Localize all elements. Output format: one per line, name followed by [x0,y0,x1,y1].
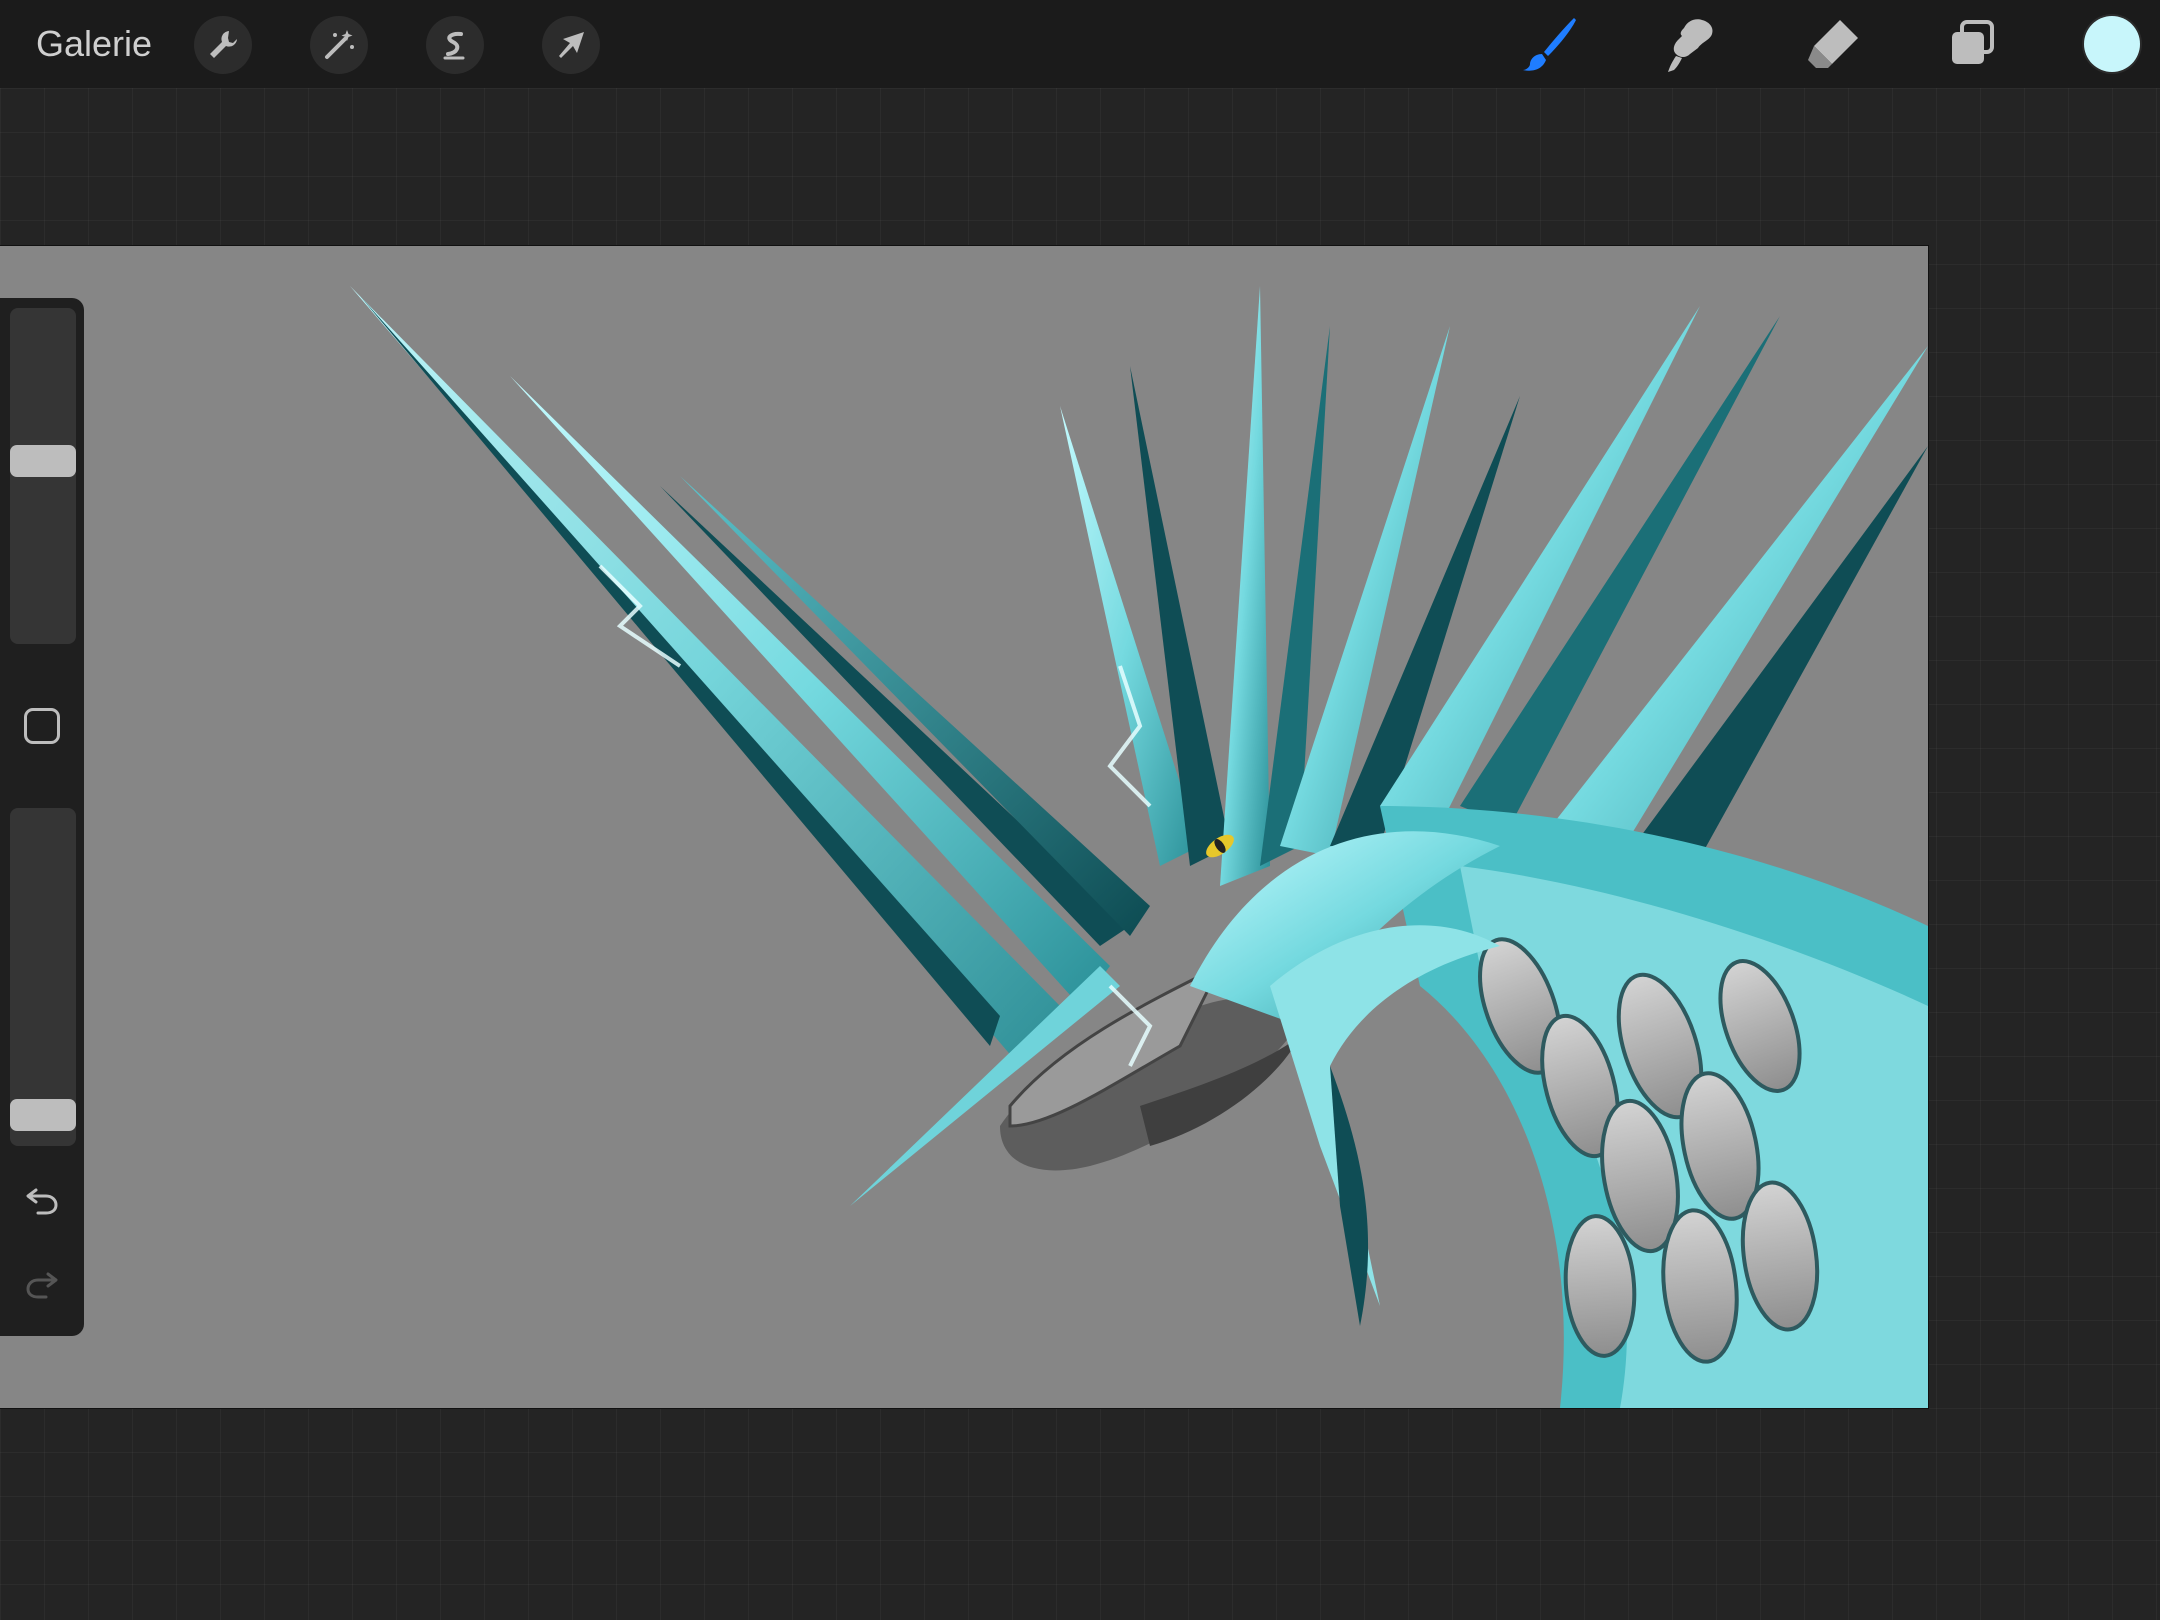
gallery-button[interactable]: Galerie [36,22,152,66]
color-picker-swatch[interactable] [2084,16,2140,72]
brush-size-thumb[interactable] [10,445,76,477]
drawing-canvas[interactable] [0,246,1928,1408]
smudge-icon[interactable] [1660,12,1724,76]
brush-icon[interactable] [1518,12,1582,76]
layers-icon[interactable] [1940,12,2004,76]
wrench-icon[interactable] [194,16,252,74]
transform-arrow-icon[interactable] [542,16,600,74]
opacity-thumb[interactable] [10,1099,76,1131]
magic-wand-icon[interactable] [310,16,368,74]
sidebar [0,298,84,1336]
selection-icon[interactable] [426,16,484,74]
opacity-slider[interactable] [10,808,76,1146]
undo-icon[interactable] [20,1178,64,1222]
top-toolbar: Galerie [0,0,2160,88]
redo-icon[interactable] [20,1262,64,1306]
dragon-artwork [350,286,1928,1408]
eraser-icon[interactable] [1800,12,1864,76]
brush-size-slider[interactable] [10,308,76,644]
modify-square-icon[interactable] [24,708,60,744]
